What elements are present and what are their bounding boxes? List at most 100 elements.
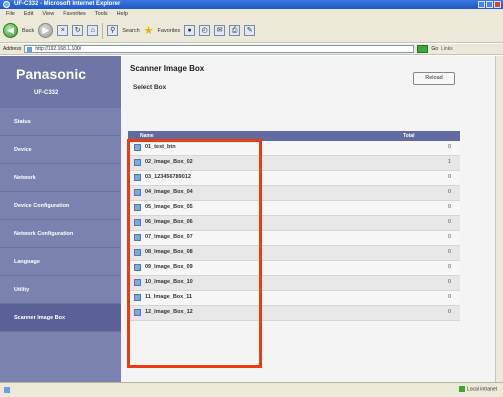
go-arrow-icon[interactable]: [417, 45, 429, 53]
box-total: 0: [448, 279, 452, 285]
box-name[interactable]: 12_Image_Box_12: [145, 309, 193, 315]
box-total: 0: [448, 219, 452, 225]
menu-favorites[interactable]: Favorites: [63, 9, 86, 19]
box-total: 0: [448, 309, 452, 315]
reload-button[interactable]: Reload: [413, 72, 455, 85]
mail-icon[interactable]: ✉: [214, 25, 226, 36]
box-name[interactable]: 03_123456789012: [145, 174, 191, 180]
nav-item-status[interactable]: Status: [0, 108, 121, 136]
address-label: Address: [3, 46, 22, 52]
zone-label: Local intranet: [466, 386, 497, 393]
main-content: Scanner Image Box Select Box Reload Name…: [121, 56, 503, 382]
menu-view[interactable]: View: [42, 9, 54, 19]
home-icon[interactable]: ⌂: [87, 25, 99, 36]
box-total: 0: [448, 264, 452, 270]
favorites-star-icon[interactable]: ★: [144, 24, 154, 37]
box-total: 1: [448, 159, 452, 165]
search-label[interactable]: Search: [122, 28, 139, 34]
nav-item-network-configuration[interactable]: Network Configuration: [0, 220, 121, 248]
box-folder-icon: [134, 159, 141, 166]
menu-tools[interactable]: Tools: [95, 9, 108, 19]
table-row[interactable]: 09_Image_Box_09 0: [128, 261, 460, 276]
page-status-icon: [4, 387, 10, 393]
nav-item-network[interactable]: Network: [0, 164, 121, 192]
media-icon[interactable]: ●: [184, 25, 196, 36]
box-name[interactable]: 02_Image_Box_02: [145, 159, 193, 165]
window-title: UF-C332 - Microsoft Internet Explorer: [14, 1, 121, 7]
box-name[interactable]: 04_Image_Box_04: [145, 189, 193, 195]
table-row[interactable]: 07_Image_Box_07 0: [128, 231, 460, 246]
box-name[interactable]: 10_Image_Box_10: [145, 279, 193, 285]
search-icon[interactable]: ⚲: [107, 25, 119, 36]
table-row[interactable]: 03_123456789012 0: [128, 171, 460, 186]
close-icon[interactable]: [494, 1, 501, 8]
box-name[interactable]: 09_Image_Box_09: [145, 264, 193, 270]
table-row[interactable]: 12_Image_Box_12 0: [128, 306, 460, 321]
box-name[interactable]: 07_Image_Box_07: [145, 234, 193, 240]
box-total: 0: [448, 189, 452, 195]
box-folder-icon: [134, 234, 141, 241]
menu-bar: File Edit View Favorites Tools Help: [0, 9, 503, 19]
device-model: UF-C332: [34, 90, 59, 96]
refresh-icon[interactable]: ↻: [72, 25, 84, 36]
nav-item-scanner-image-box[interactable]: Scanner Image Box: [0, 304, 121, 332]
box-total: 0: [448, 144, 452, 150]
page-subtitle: Select Box: [133, 84, 167, 91]
print-icon[interactable]: ⎙: [229, 25, 241, 36]
box-total: 0: [448, 249, 452, 255]
box-name[interactable]: 01_test_btn: [145, 144, 176, 150]
menu-file[interactable]: File: [6, 9, 15, 19]
box-total: 0: [448, 234, 452, 240]
box-name[interactable]: 06_Image_Box_06: [145, 219, 193, 225]
table-row[interactable]: 11_Image_Box_11 0: [128, 291, 460, 306]
window-title-bar: UF-C332 - Microsoft Internet Explorer: [0, 0, 503, 9]
column-header-name: Name: [140, 133, 154, 139]
nav-item-language[interactable]: Language: [0, 248, 121, 276]
vertical-scrollbar[interactable]: [495, 56, 503, 382]
table-row[interactable]: 02_Image_Box_02 1: [128, 156, 460, 171]
stop-icon[interactable]: ×: [57, 25, 69, 36]
box-folder-icon: [134, 264, 141, 271]
go-label[interactable]: Go: [431, 46, 438, 52]
box-folder-icon: [134, 294, 141, 301]
table-row[interactable]: 04_Image_Box_04 0: [128, 186, 460, 201]
box-folder-icon: [134, 144, 141, 151]
address-bar: Address http://192.168.1.100/ Go Links: [0, 44, 503, 55]
maximize-icon[interactable]: [486, 1, 493, 8]
forward-arrow-icon[interactable]: ▶: [38, 23, 54, 38]
menu-edit[interactable]: Edit: [24, 9, 33, 19]
edit-icon[interactable]: ✎: [244, 25, 256, 36]
box-name[interactable]: 11_Image_Box_11: [145, 294, 192, 300]
back-label[interactable]: Back: [22, 28, 34, 34]
nav-item-device[interactable]: Device: [0, 136, 121, 164]
table-header: Name Total: [128, 131, 460, 141]
table-row[interactable]: 10_Image_Box_10 0: [128, 276, 460, 291]
left-navigation: Panasonic UF-C332 Status Device Network …: [0, 56, 121, 382]
box-folder-icon: [134, 309, 141, 316]
minimize-icon[interactable]: [478, 1, 485, 8]
nav-item-device-configuration[interactable]: Device Configuration: [0, 192, 121, 220]
history-icon[interactable]: ◴: [199, 25, 211, 36]
box-total: 0: [448, 204, 452, 210]
table-row[interactable]: 01_test_btn 0: [128, 141, 460, 156]
nav-item-utility[interactable]: Utility: [0, 276, 121, 304]
column-header-total: Total: [403, 133, 415, 139]
table-row[interactable]: 06_Image_Box_06 0: [128, 216, 460, 231]
box-folder-icon: [134, 204, 141, 211]
table-body: 01_test_btn 0 02_Image_Box_02 1 03_123456789…: [128, 141, 460, 321]
brand-header: Panasonic UF-C332: [0, 56, 121, 108]
table-row[interactable]: 05_Image_Box_05 0: [128, 201, 460, 216]
back-arrow-icon[interactable]: ◀: [3, 23, 18, 38]
table-row[interactable]: 08_Image_Box_08 0: [128, 246, 460, 261]
box-name[interactable]: 05_Image_Box_05: [145, 204, 193, 210]
links-label[interactable]: Links: [441, 46, 453, 52]
box-name[interactable]: 08_Image_Box_08: [145, 249, 193, 255]
favorites-label[interactable]: Favorites: [158, 28, 181, 34]
box-folder-icon: [134, 174, 141, 181]
ie-icon: [3, 1, 10, 8]
status-bar: Local intranet: [0, 382, 503, 397]
intranet-zone-icon: [458, 386, 465, 392]
box-table: Name Total 01_test_btn 0 02_Image_Box_02 1 0…: [128, 131, 460, 321]
menu-help[interactable]: Help: [117, 9, 128, 19]
address-input[interactable]: http://192.168.1.100/: [24, 45, 415, 53]
